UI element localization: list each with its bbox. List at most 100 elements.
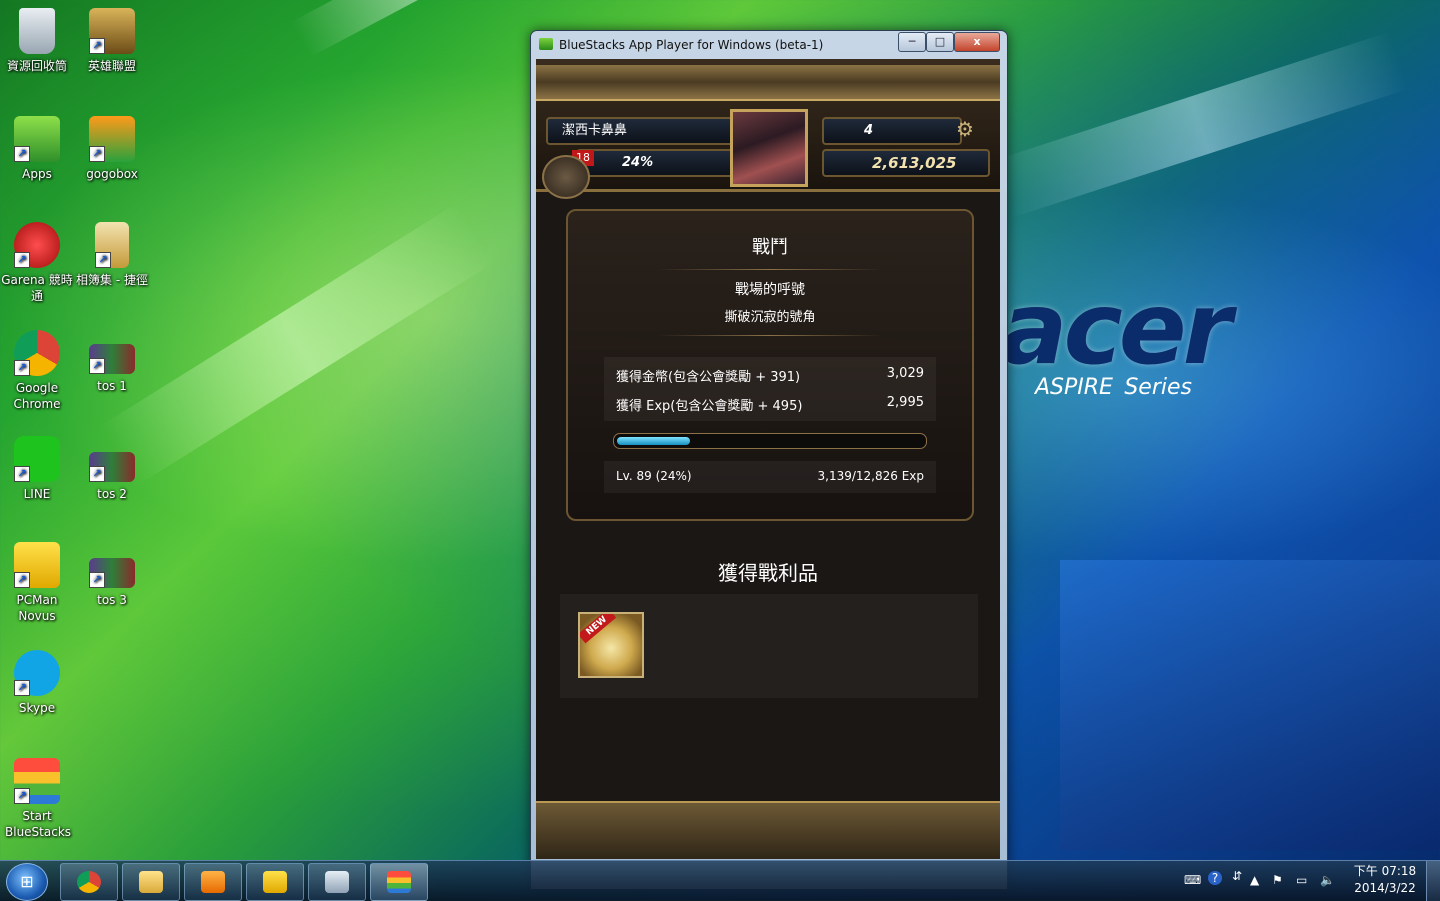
reward-row-exp: 獲得 Exp(包含公會獎勵 + 495) 2,995 — [616, 395, 924, 419]
line-icon: ↗ — [14, 436, 60, 482]
shortcut-arrow-icon: ↗ — [14, 788, 30, 804]
exp-progress-fill — [617, 437, 690, 445]
pcman-icon: ↗ — [14, 542, 60, 588]
loot-title: 獲得戰利品 — [718, 561, 818, 585]
header-ornament — [536, 65, 1000, 101]
reward-label: 獲得 Exp(包含公會獎勵 + 495) — [616, 399, 803, 414]
battle-result-panel: 戰鬥 戰場的呼號 撕破沉寂的號角 獲得金幣(包含公會獎勵 + 391) 3,02… — [566, 209, 974, 521]
reward-label: 獲得金幣(包含公會獎勵 + 391) — [616, 370, 801, 385]
shortcut-arrow-icon: ↗ — [89, 146, 105, 162]
gem-plate[interactable]: 4 — [822, 117, 962, 145]
shortcut-arrow-icon: ↗ — [14, 680, 30, 696]
clock-date: 2014/3/22 — [1354, 881, 1416, 895]
player-name-plate[interactable]: 潔西卡鼻鼻 — [546, 117, 740, 145]
chrome-icon — [77, 871, 101, 893]
game-footer-ornament — [536, 801, 1000, 859]
divider — [658, 335, 882, 336]
show-desktop-button[interactable] — [1426, 861, 1440, 901]
desktop-icon-bluestacks[interactable]: ↗ Start BlueStacks — [0, 758, 74, 840]
player-name: 潔西卡鼻鼻 — [562, 123, 628, 138]
shortcut-arrow-icon: ↗ — [89, 466, 105, 482]
taskbar-chrome[interactable] — [60, 863, 118, 901]
taskbar-calculator[interactable] — [308, 863, 366, 901]
reward-row-coins: 獲得金幣(包含公會獎勵 + 391) 3,029 — [616, 366, 924, 390]
divider — [658, 269, 882, 270]
keyboard-icon[interactable]: ⌨ — [1184, 873, 1201, 887]
action-center-flag-icon[interactable]: ⚑ — [1272, 873, 1283, 887]
taskbar-media-player[interactable] — [184, 863, 242, 901]
maximize-button[interactable]: □ — [926, 32, 954, 52]
desktop-icon-skype[interactable]: ↗ Skype — [0, 650, 74, 716]
desktop-icon-pcman[interactable]: ↗ PCMan Novus — [0, 542, 74, 624]
shortcut-arrow-icon: ↗ — [95, 252, 111, 268]
exp-text: 3,139/12,826 Exp — [817, 469, 925, 483]
shortcut-arrow-icon: ↗ — [89, 38, 105, 54]
shortcut-arrow-icon: ↗ — [14, 572, 30, 588]
bluestacks-icon — [539, 38, 553, 50]
panel-title: 戰鬥 — [752, 237, 788, 258]
pcman-icon — [263, 871, 287, 893]
stage-subtitle: 撕破沉寂的號角 — [724, 310, 816, 325]
bluestacks-icon — [387, 871, 411, 893]
desktop-icon-album[interactable]: ↗ 相簿集 - 捷徑 — [75, 222, 149, 288]
input-method-icon[interactable]: ⇵ — [1232, 869, 1242, 883]
game-screen: 潔西卡鼻鼻 24% 18 4 2,613,025 ⚙ 戰鬥 戰場的呼號 撕破沉寂… — [536, 59, 1000, 859]
minimize-button[interactable]: ─ — [898, 32, 926, 52]
aspire-series-text: ASPIRE Series — [1035, 375, 1192, 400]
player-avatar[interactable] — [730, 109, 808, 187]
progress-percent: 24% — [622, 155, 654, 170]
show-hidden-icons-icon[interactable]: ▲ — [1250, 873, 1259, 887]
desktop-icon-garena[interactable]: ↗ Garena 競時通 — [0, 222, 74, 304]
desktop-icon-tos1[interactable]: ↗ tos 1 — [75, 344, 149, 394]
exp-progress-bar — [613, 433, 927, 449]
window-title: BlueStacks App Player for Windows (beta-… — [559, 38, 824, 52]
loot-item-coin[interactable]: NEW — [578, 612, 644, 678]
media-player-icon — [201, 871, 225, 893]
help-icon[interactable]: ? — [1208, 871, 1222, 885]
volume-icon[interactable]: 🔈 — [1320, 873, 1335, 887]
gem-count: 4 — [864, 123, 874, 138]
skype-icon: ↗ — [14, 650, 60, 696]
network-icon[interactable]: ▭ — [1296, 873, 1307, 887]
start-button[interactable]: ⊞ — [6, 863, 48, 901]
close-button[interactable]: x — [954, 32, 1000, 52]
system-clock[interactable]: 下午 07:18 2014/3/22 — [1350, 863, 1420, 897]
coin-count: 2,613,025 — [872, 154, 957, 172]
chrome-icon: ↗ — [14, 330, 60, 376]
shortcut-arrow-icon: ↗ — [89, 572, 105, 588]
taskbar-bluestacks[interactable] — [370, 863, 428, 901]
calculator-icon — [325, 871, 349, 893]
desktop-icon-line[interactable]: ↗ LINE — [0, 436, 74, 502]
game-header: 潔西卡鼻鼻 24% 18 4 2,613,025 ⚙ — [536, 59, 1000, 199]
clock-time: 下午 07:18 — [1353, 864, 1417, 878]
apps-icon: ↗ — [14, 116, 60, 162]
desktop-icon-tos3[interactable]: ↗ tos 3 — [75, 558, 149, 608]
bluestacks-window: BlueStacks App Player for Windows (beta-… — [530, 30, 1008, 890]
wallpaper-streak — [101, 202, 495, 485]
shortcut-arrow-icon: ↗ — [14, 466, 30, 482]
reward-stats: 獲得金幣(包含公會獎勵 + 391) 3,029 獲得 Exp(包含公會獎勵 +… — [604, 357, 936, 421]
shortcut-arrow-icon: ↗ — [14, 146, 30, 162]
album-icon: ↗ — [95, 222, 129, 268]
garena-icon: ↗ — [14, 222, 60, 268]
window-titlebar[interactable]: BlueStacks App Player for Windows (beta-… — [531, 31, 1007, 59]
settings-gear-icon[interactable]: ⚙ — [956, 117, 990, 143]
taskbar-pcman[interactable] — [246, 863, 304, 901]
desktop-icon-lol[interactable]: ↗ 英雄聯盟 — [75, 8, 149, 74]
desktop-icon-tos2[interactable]: ↗ tos 2 — [75, 452, 149, 502]
desktop-icon-recycle-bin[interactable]: 資源回收筒 — [0, 8, 74, 74]
lol-icon: ↗ — [89, 8, 135, 54]
coin-plate[interactable]: 2,613,025 — [822, 149, 990, 177]
wallpaper-shape — [1060, 560, 1440, 850]
shortcut-arrow-icon: ↗ — [14, 360, 30, 376]
menu-scroll-icon[interactable] — [542, 155, 590, 199]
taskbar-explorer[interactable] — [122, 863, 180, 901]
folder-icon — [139, 871, 163, 893]
tos-icon: ↗ — [89, 344, 135, 374]
stage-name: 戰場的呼號 — [735, 282, 805, 298]
tos-icon: ↗ — [89, 558, 135, 588]
desktop-icon-chrome[interactable]: ↗ Google Chrome — [0, 330, 74, 412]
desktop-icon-gogobox[interactable]: ↗ gogobox — [75, 116, 149, 182]
desktop-icon-apps[interactable]: ↗ Apps — [0, 116, 74, 182]
bluestacks-icon: ↗ — [14, 758, 60, 804]
